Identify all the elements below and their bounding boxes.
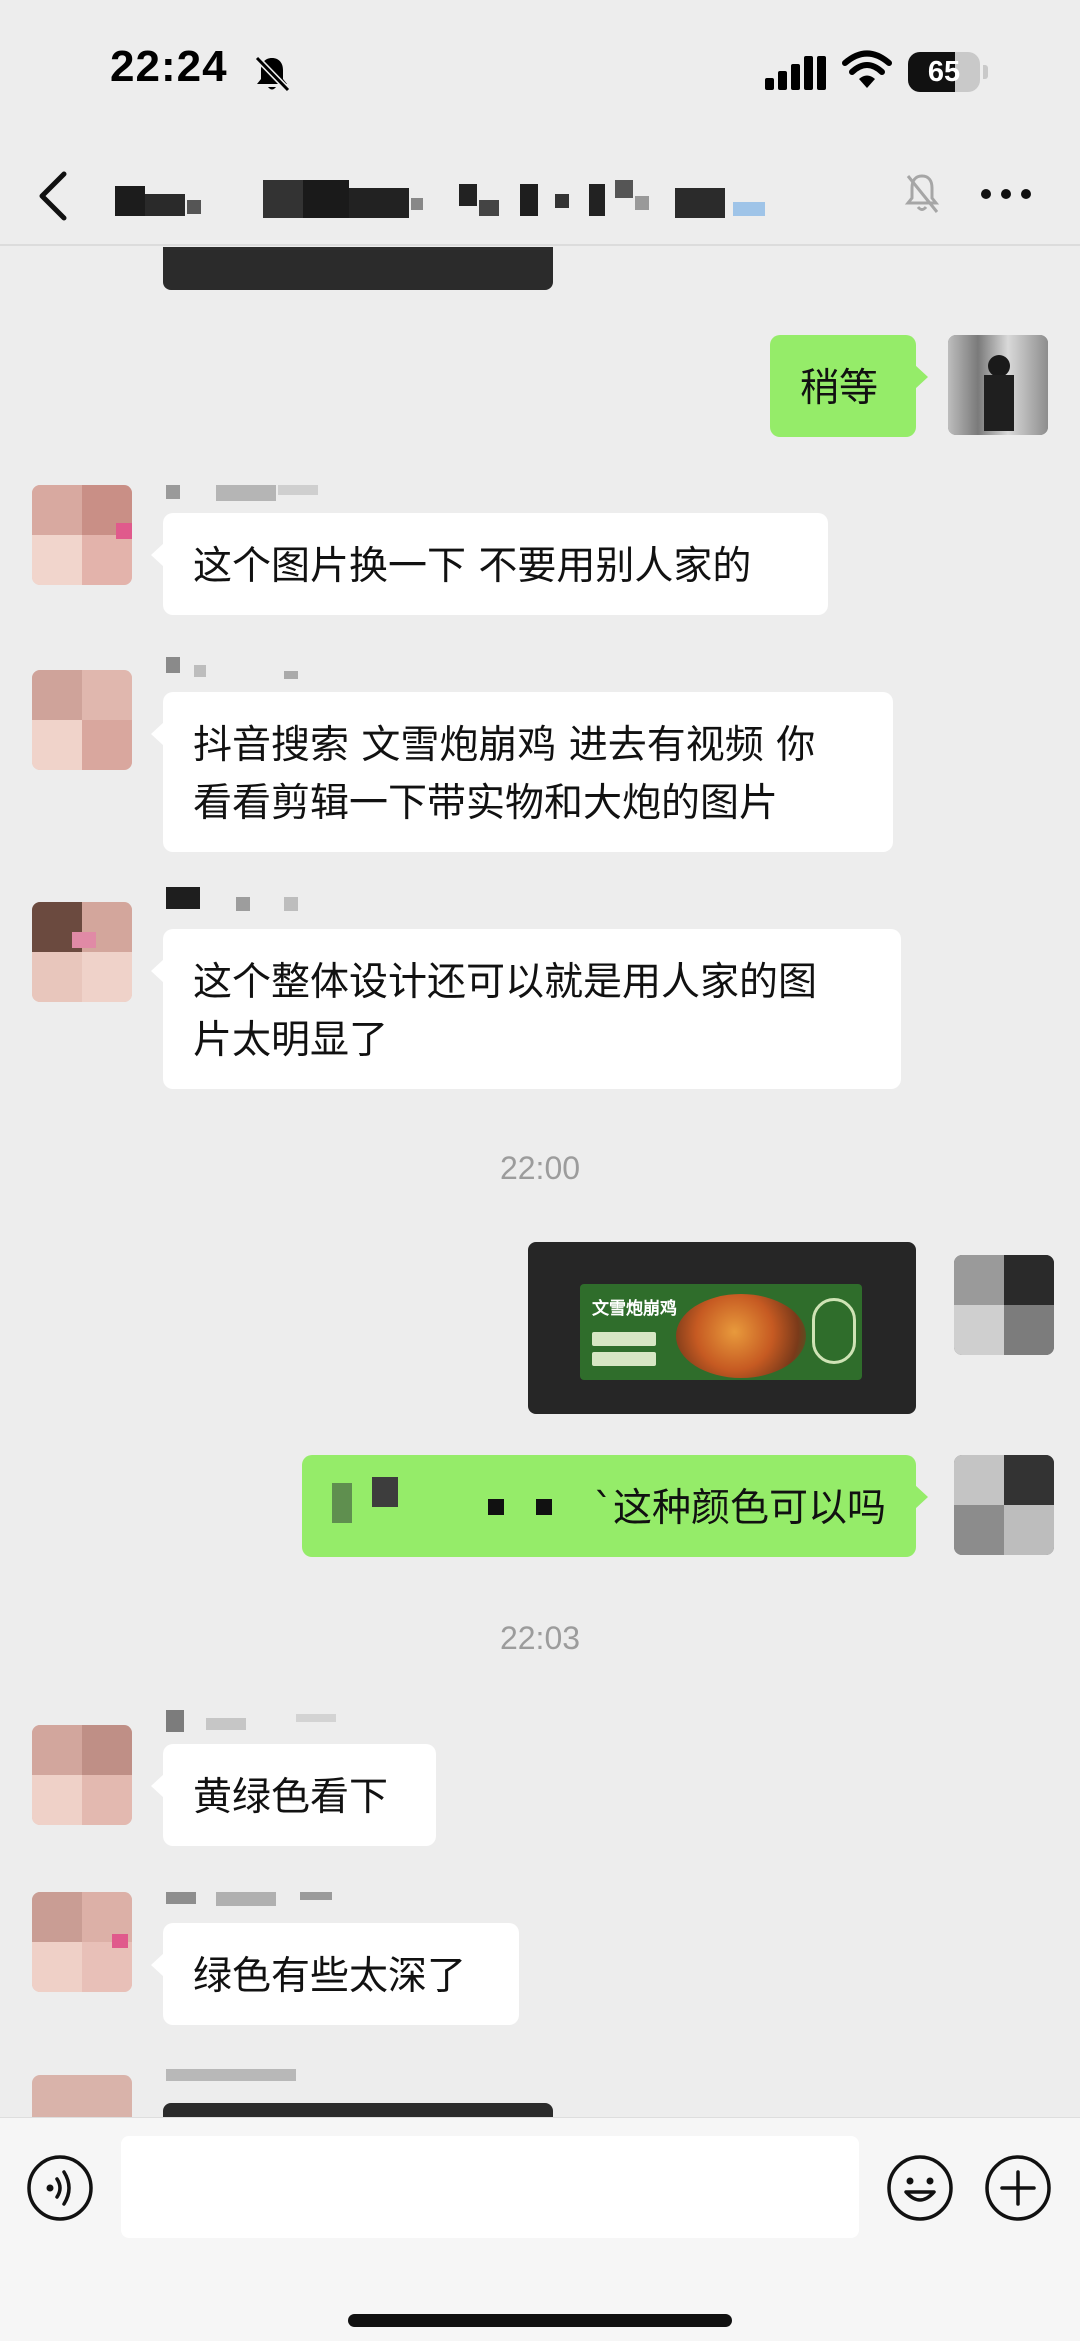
image-message[interactable]: 文雪炮崩鸡 [528,1242,916,1414]
message-bubble-incoming[interactable]: 绿色有些太深了 [151,1923,519,2025]
message-bubble-incoming[interactable]: 这个图片换一下 不要用别人家的 [151,513,828,615]
avatar[interactable] [32,485,132,585]
avatar[interactable] [948,335,1048,435]
avatar[interactable] [32,1892,132,1992]
message-text-line: 片太明显了 [193,1018,389,1063]
message-text: `这种颜色可以吗 [593,1486,886,1531]
bell-slash-icon [904,174,940,213]
status-bar: 22:24 65 [0,0,1080,150]
message-bubble-incoming[interactable]: 黄绿色看下 [151,1744,436,1846]
timestamp: 22:03 [499,1620,581,1656]
message-text: 这个图片换一下 不要用别人家的 [193,544,752,589]
battery-indicator: 65 [908,52,988,92]
timestamp: 22:00 [499,1150,581,1186]
bell-slash-icon [254,55,291,93]
previous-message-card[interactable] [163,247,553,290]
message-list[interactable]: 稍等 这个图片换一下 不要用别人家的 抖音搜索 文雪炮崩鸡 进去有视频 你 看看… [0,247,1080,2117]
status-time: 22:24 [110,42,228,91]
avatar[interactable] [954,1455,1054,1555]
message-text: 黄绿色看下 [193,1775,389,1820]
sender-name-redacted [166,657,306,679]
sender-name-redacted [166,887,306,911]
sender-name-redacted [166,1892,346,1914]
message-text-line: 抖音搜索 文雪炮崩鸡 进去有视频 你 [193,723,816,768]
avatar[interactable] [32,670,132,770]
message-text: 绿色有些太深了 [193,1954,467,1999]
message-bubble-outgoing[interactable]: 稍等 [770,335,928,437]
more-horizontal-icon[interactable] [980,186,1032,202]
avatar[interactable] [32,1725,132,1825]
message-text-line: 这个整体设计还可以就是用人家的图 [193,960,818,1005]
wifi-icon [842,50,892,88]
message-bubble-incoming[interactable]: 抖音搜索 文雪炮崩鸡 进去有视频 你 看看剪辑一下带实物和大炮的图片 [151,692,893,852]
message-input[interactable] [121,2136,859,2238]
voice-icon[interactable] [26,2154,94,2222]
food-banner-image: 文雪炮崩鸡 [580,1284,862,1380]
sender-name-redacted [166,2069,306,2091]
avatar[interactable] [32,2075,132,2117]
chevron-left-icon[interactable] [34,168,74,224]
avatar[interactable] [954,1255,1054,1355]
banner-title: 文雪炮崩鸡 [592,1299,677,1319]
message-text: 稍等 [800,366,879,411]
chat-header [0,150,1080,246]
plus-icon[interactable] [984,2154,1052,2222]
partial-message-card[interactable] [163,2103,553,2117]
chat-title-redacted [115,180,895,220]
emoji-icon[interactable] [886,2154,954,2222]
message-bubble-outgoing[interactable]: `这种颜色可以吗 [302,1455,928,1557]
cellular-signal-icon [765,56,826,90]
sender-name-redacted [166,1710,346,1732]
message-bubble-incoming[interactable]: 这个整体设计还可以就是用人家的图 片太明显了 [151,929,901,1089]
chat-input-bar [0,2117,1080,2341]
message-text-line: 看看剪辑一下带实物和大炮的图片 [193,781,779,826]
home-indicator[interactable] [348,2314,732,2327]
sender-name-redacted [166,485,336,507]
avatar[interactable] [32,902,132,1002]
battery-level: 65 [927,56,961,88]
